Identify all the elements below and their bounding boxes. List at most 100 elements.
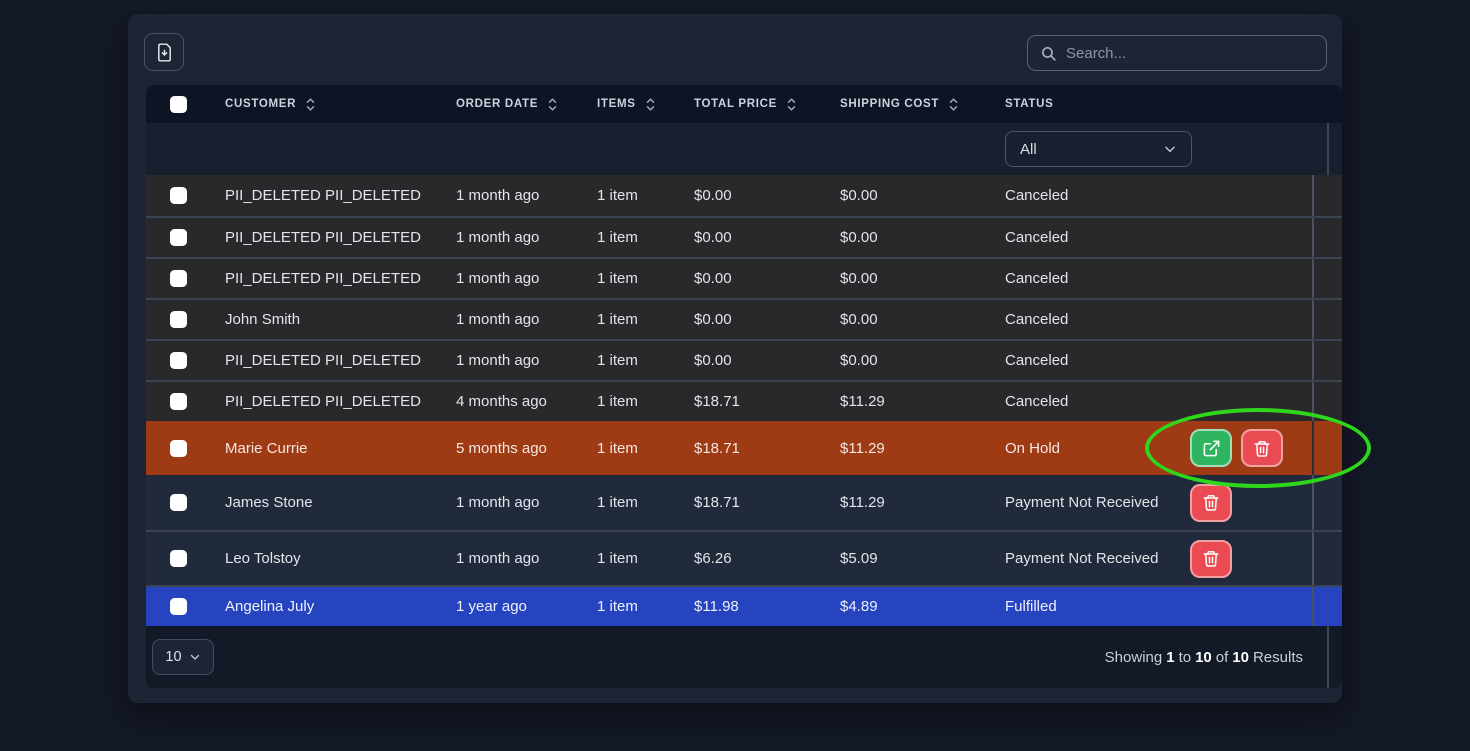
row-actions — [1190, 475, 1312, 530]
row-actions — [1190, 587, 1312, 626]
cell-total-price: $11.98 — [679, 587, 825, 626]
row-checkbox[interactable] — [170, 352, 187, 369]
cell-status: Canceled — [990, 259, 1190, 298]
search-icon — [1040, 45, 1057, 62]
row-checkbox[interactable] — [170, 440, 187, 457]
cell-total-price: $18.71 — [679, 421, 825, 475]
summary-prefix: Showing — [1105, 649, 1163, 666]
cell-customer: PII_DELETED PII_DELETED — [210, 259, 441, 298]
cell-items: 1 item — [582, 218, 679, 257]
summary-to-word: to — [1179, 649, 1192, 666]
row-select-cell — [146, 259, 210, 298]
row-actions — [1190, 259, 1312, 298]
cell-order-date: 1 month ago — [441, 341, 582, 380]
cell-shipping-cost: $0.00 — [825, 341, 990, 380]
row-checkbox[interactable] — [170, 550, 187, 567]
trash-icon — [1253, 439, 1271, 458]
row-checkbox[interactable] — [170, 393, 187, 410]
cell-status: Canceled — [990, 300, 1190, 339]
cell-total-price: $18.71 — [679, 475, 825, 530]
sort-icon — [548, 97, 557, 112]
summary-suffix: Results — [1253, 649, 1303, 666]
results-summary: Showing1to10of10Results — [1103, 649, 1305, 666]
header-total-price[interactable]: TOTAL PRICE — [679, 85, 825, 123]
cell-shipping-cost: $0.00 — [825, 218, 990, 257]
header-gutter — [1312, 85, 1327, 123]
table-row[interactable]: PII_DELETED PII_DELETED 4 months ago 1 i… — [146, 380, 1342, 421]
header-status-label: STATUS — [1005, 98, 1053, 110]
cell-total-price: $0.00 — [679, 175, 825, 216]
table-row[interactable]: Marie Currie 5 months ago 1 item $18.71 … — [146, 421, 1342, 475]
cell-items: 1 item — [582, 175, 679, 216]
row-select-cell — [146, 341, 210, 380]
header-customer-label: CUSTOMER — [225, 98, 296, 110]
row-actions — [1190, 341, 1312, 380]
cell-items: 1 item — [582, 475, 679, 530]
row-checkbox[interactable] — [170, 598, 187, 615]
row-gutter — [1312, 259, 1327, 298]
summary-to: 10 — [1195, 649, 1212, 666]
cell-order-date: 1 year ago — [441, 587, 582, 626]
external-link-icon — [1202, 439, 1221, 458]
row-checkbox[interactable] — [170, 311, 187, 328]
row-gutter — [1312, 300, 1327, 339]
table-row[interactable]: PII_DELETED PII_DELETED 1 month ago 1 it… — [146, 216, 1342, 257]
cell-shipping-cost: $0.00 — [825, 300, 990, 339]
status-filter-select[interactable]: All — [1005, 131, 1192, 167]
edit-order-button[interactable] — [1190, 429, 1232, 467]
table-row[interactable]: James Stone 1 month ago 1 item $18.71 $1… — [146, 475, 1342, 530]
row-checkbox[interactable] — [170, 494, 187, 511]
cell-order-date: 1 month ago — [441, 218, 582, 257]
orders-panel: CUSTOMER ORDER DATE ITEMS TOTAL PRICE SH… — [128, 14, 1342, 703]
cell-status: Canceled — [990, 218, 1190, 257]
table-row[interactable]: PII_DELETED PII_DELETED 1 month ago 1 it… — [146, 175, 1342, 216]
row-checkbox[interactable] — [170, 270, 187, 287]
cell-items: 1 item — [582, 259, 679, 298]
trash-icon — [1202, 493, 1220, 512]
select-all-checkbox[interactable] — [170, 96, 187, 113]
header-items[interactable]: ITEMS — [582, 85, 679, 123]
file-download-icon — [154, 42, 175, 63]
cell-order-date: 1 month ago — [441, 175, 582, 216]
cell-order-date: 1 month ago — [441, 532, 582, 585]
header-actions-spacer — [1190, 85, 1312, 123]
cell-items: 1 item — [582, 587, 679, 626]
header-items-label: ITEMS — [597, 98, 636, 110]
delete-order-button[interactable] — [1190, 484, 1232, 522]
table-row[interactable]: PII_DELETED PII_DELETED 1 month ago 1 it… — [146, 339, 1342, 380]
delete-order-button[interactable] — [1190, 540, 1232, 578]
search-input[interactable] — [1066, 45, 1314, 62]
cell-order-date: 5 months ago — [441, 421, 582, 475]
row-select-cell — [146, 300, 210, 339]
delete-order-button[interactable] — [1241, 429, 1283, 467]
table-row[interactable]: PII_DELETED PII_DELETED 1 month ago 1 it… — [146, 257, 1342, 298]
export-button[interactable] — [144, 33, 184, 71]
cell-shipping-cost: $5.09 — [825, 532, 990, 585]
header-order-date[interactable]: ORDER DATE — [441, 85, 582, 123]
row-gutter — [1312, 421, 1327, 475]
cell-total-price: $0.00 — [679, 259, 825, 298]
header-select-all[interactable] — [146, 85, 210, 123]
header-shipping-cost[interactable]: SHIPPING COST — [825, 85, 990, 123]
row-actions — [1190, 532, 1312, 585]
cell-order-date: 1 month ago — [441, 300, 582, 339]
row-checkbox[interactable] — [170, 187, 187, 204]
page-size-select[interactable]: 10 — [152, 639, 214, 675]
table-footer: 10 Showing1to10of10Results — [146, 626, 1342, 688]
table-row[interactable]: John Smith 1 month ago 1 item $0.00 $0.0… — [146, 298, 1342, 339]
cell-total-price: $0.00 — [679, 300, 825, 339]
row-select-cell — [146, 421, 210, 475]
sort-icon — [306, 97, 315, 112]
row-select-cell — [146, 532, 210, 585]
cell-customer: John Smith — [210, 300, 441, 339]
cell-customer: Marie Currie — [210, 421, 441, 475]
cell-total-price: $18.71 — [679, 382, 825, 421]
row-actions — [1190, 382, 1312, 421]
cell-order-date: 1 month ago — [441, 259, 582, 298]
table-row[interactable]: Angelina July 1 year ago 1 item $11.98 $… — [146, 585, 1342, 626]
table-row[interactable]: Leo Tolstoy 1 month ago 1 item $6.26 $5.… — [146, 530, 1342, 585]
header-customer[interactable]: CUSTOMER — [210, 85, 441, 123]
row-checkbox[interactable] — [170, 229, 187, 246]
cell-shipping-cost: $4.89 — [825, 587, 990, 626]
summary-from: 1 — [1166, 649, 1174, 666]
